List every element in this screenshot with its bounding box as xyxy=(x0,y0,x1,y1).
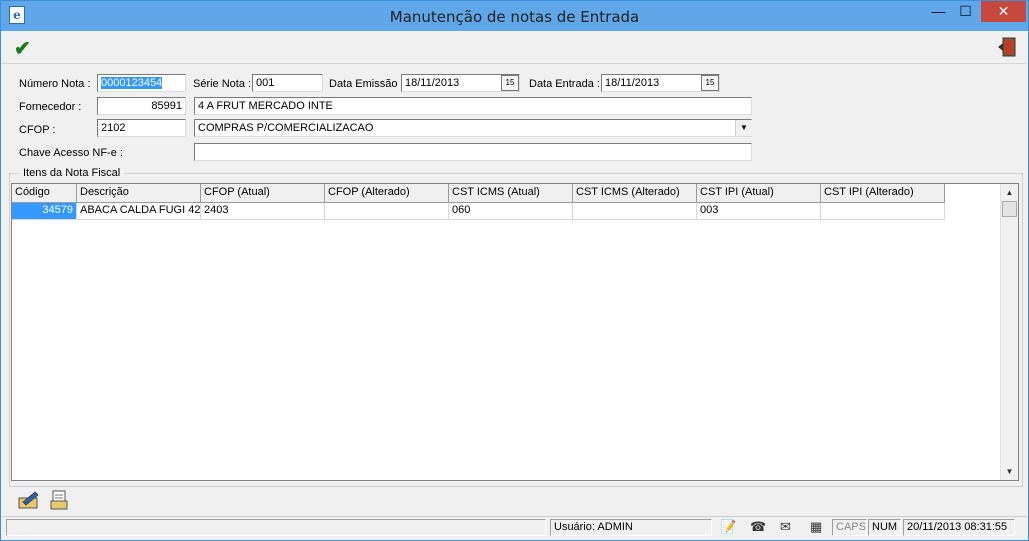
num-indicator: NUM xyxy=(868,519,901,536)
items-group-title: Itens da Nota Fiscal xyxy=(19,167,125,179)
chave-acesso-label: Chave Acesso NF-e : xyxy=(19,147,123,159)
numero-nota-label: Número Nota : xyxy=(19,78,91,90)
data-entrada-label: Data Entrada : xyxy=(529,78,600,90)
chave-acesso-input[interactable] xyxy=(194,143,752,161)
fornecedor-label: Fornecedor : xyxy=(19,101,82,113)
table-cell-cst-icms-alterado[interactable] xyxy=(573,203,697,220)
column-header-cfop-atual[interactable]: CFOP (Atual) xyxy=(201,184,325,203)
chevron-down-icon[interactable]: ▼ xyxy=(735,120,752,136)
view-document-icon[interactable] xyxy=(50,489,70,511)
notepad-icon[interactable]: 📝 xyxy=(720,519,736,535)
data-emissao-label: Data Emissão : xyxy=(329,78,404,90)
edit-item-icon[interactable] xyxy=(17,490,41,510)
vertical-scrollbar[interactable]: ▲ ▼ xyxy=(1000,184,1018,480)
table-cell-cst-ipi-atual[interactable]: 003 xyxy=(697,203,821,220)
column-header-descricao[interactable]: Descrição xyxy=(77,184,201,203)
table-cell-codigo[interactable]: 34579 xyxy=(12,203,77,220)
phone-icon[interactable]: ☎ xyxy=(750,519,766,535)
maximize-button[interactable]: ☐ xyxy=(952,1,979,22)
minimize-button[interactable]: — xyxy=(925,1,952,22)
status-bar: Usuário: ADMIN 📝 ☎ ✉ ▦ CAPS NUM 20/11/20… xyxy=(2,516,1027,539)
confirm-check-icon[interactable]: ✔ xyxy=(14,36,31,61)
toolbar: ✔ xyxy=(2,31,1027,64)
table-cell-cfop-atual[interactable]: 2403 xyxy=(201,203,325,220)
title-bar: e Manutenção de notas de Entrada — ☐ ✕ xyxy=(1,1,1028,31)
fornecedor-name-field[interactable]: 4 A FRUT MERCADO INTE xyxy=(194,97,752,115)
column-header-cfop-alterado[interactable]: CFOP (Alterado) xyxy=(325,184,449,203)
column-header-codigo[interactable]: Código xyxy=(12,184,77,203)
numero-nota-input[interactable]: 0000123454 xyxy=(97,74,186,92)
table-cell-cst-icms-atual[interactable]: 060 xyxy=(449,203,573,220)
status-datetime: 20/11/2013 08:31:55 xyxy=(903,519,1015,536)
cfop-select[interactable]: COMPRAS P/COMERCIALIZACAO xyxy=(194,119,752,137)
items-grid[interactable]: Código Descrição CFOP (Atual) CFOP (Alte… xyxy=(11,183,1019,481)
window-title: Manutenção de notas de Entrada xyxy=(389,8,640,26)
calculator-icon[interactable]: ▦ xyxy=(810,519,822,535)
status-user: Usuário: ADMIN xyxy=(550,519,712,536)
scroll-thumb[interactable] xyxy=(1002,201,1017,217)
status-message-panel xyxy=(6,519,546,536)
cfop-code-input[interactable]: 2102 xyxy=(97,119,186,137)
mail-icon[interactable]: ✉ xyxy=(780,519,791,535)
serie-nota-input[interactable]: 001 xyxy=(252,74,323,92)
table-cell-cst-ipi-alterado[interactable] xyxy=(821,203,945,220)
caps-indicator: CAPS xyxy=(832,519,867,536)
column-header-cst-icms-alterado[interactable]: CST ICMS (Alterado) xyxy=(573,184,697,203)
column-header-cst-icms-atual[interactable]: CST ICMS (Atual) xyxy=(449,184,573,203)
scroll-up-icon[interactable]: ▲ xyxy=(1001,184,1018,201)
exit-door-icon[interactable] xyxy=(997,37,1017,57)
main-window: e Manutenção de notas de Entrada — ☐ ✕ ✔… xyxy=(0,0,1029,541)
table-cell-cfop-alterado[interactable] xyxy=(325,203,449,220)
bottom-toolbar xyxy=(2,485,1027,515)
table-cell-descricao[interactable]: ABACA CALDA FUGI 420 xyxy=(77,203,201,220)
data-entrada-calendar-icon[interactable]: 15 xyxy=(701,75,719,91)
column-header-cst-ipi-alterado[interactable]: CST IPI (Alterado) xyxy=(821,184,945,203)
fornecedor-code-input[interactable]: 85991 xyxy=(97,97,186,115)
serie-nota-label: Série Nota : xyxy=(193,78,252,90)
scroll-down-icon[interactable]: ▼ xyxy=(1001,463,1018,480)
cfop-select-value: COMPRAS P/COMERCIALIZACAO xyxy=(198,122,374,134)
cfop-label: CFOP : xyxy=(19,124,56,136)
column-header-cst-ipi-atual[interactable]: CST IPI (Atual) xyxy=(697,184,821,203)
close-button[interactable]: ✕ xyxy=(981,1,1026,22)
data-emissao-calendar-icon[interactable]: 15 xyxy=(501,75,519,91)
